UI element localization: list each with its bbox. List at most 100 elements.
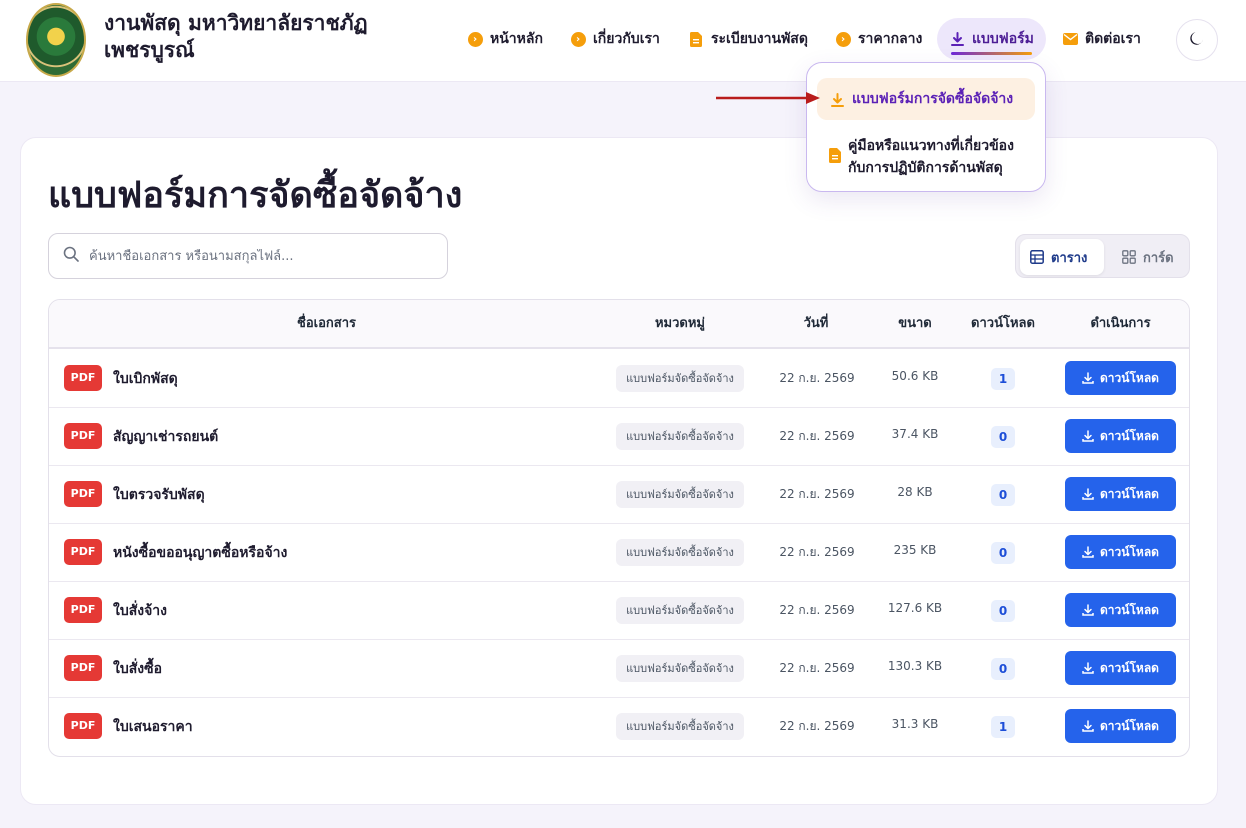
download-count: 0 [991, 542, 1015, 564]
document-name[interactable]: หนังซื้อขออนุญาตซื้อหรือจ้าง [113, 542, 287, 564]
nav-item-median-price[interactable]: › ราคากลาง [835, 18, 922, 60]
university-logo[interactable] [26, 3, 86, 77]
download-count: 0 [991, 484, 1015, 506]
download-button[interactable]: ดาวน์โหลด [1065, 361, 1176, 395]
chevron-circle-icon: › [835, 31, 851, 47]
table-row: PDF ใบสั่งจ้าง แบบฟอร์มจัดซื้อจัดจ้าง 22… [49, 582, 1189, 640]
document-size: 31.3 KB [891, 717, 939, 731]
column-header-name[interactable]: ชื่อเอกสาร [49, 300, 604, 348]
nav-label: เกี่ยวกับเรา [593, 31, 660, 47]
table-view-label: ตาราง [1051, 250, 1088, 266]
table-row: PDF หนังซื้อขออนุญาตซื้อหรือจ้าง แบบฟอร์… [49, 524, 1189, 582]
document-size: 50.6 KB [891, 369, 939, 383]
table-header: ชื่อเอกสาร หมวดหมู่ วันที่ ขนาด ดาวน์โหล… [49, 300, 1189, 349]
download-icon [1082, 662, 1094, 674]
download-icon [949, 31, 965, 47]
nav-item-regulations[interactable]: ระเบียบงานพัสดุ [688, 18, 808, 60]
download-icon [1082, 604, 1094, 616]
document-name[interactable]: ใบเสนอราคา [113, 716, 193, 738]
download-count: 0 [991, 600, 1015, 622]
document-size: 28 KB [897, 485, 933, 499]
column-header-category[interactable]: หมวดหมู่ [630, 300, 730, 348]
document-icon [829, 147, 841, 163]
nav-item-contact[interactable]: ติดต่อเรา [1062, 18, 1141, 60]
document-name[interactable]: ใบตรวจรับพัสดุ [113, 484, 205, 506]
document-name[interactable]: ใบสั่งซื้อ [113, 658, 162, 680]
site-header: งานพัสดุ มหาวิทยาลัยราชภัฏเพชรบูรณ์ › หน… [0, 0, 1246, 82]
nav-item-about[interactable]: › เกี่ยวกับเรา [570, 18, 660, 60]
download-button[interactable]: ดาวน์โหลด [1065, 419, 1176, 453]
table-row: PDF ใบตรวจรับพัสดุ แบบฟอร์มจัดซื้อจัดจ้า… [49, 466, 1189, 524]
table-row: PDF ใบเสนอราคา แบบฟอร์มจัดซื้อจัดจ้าง 22… [49, 698, 1189, 756]
search-box[interactable] [48, 233, 448, 279]
category-badge: แบบฟอร์มจัดซื้อจัดจ้าง [616, 655, 744, 682]
download-button[interactable]: ดาวน์โหลด [1065, 593, 1176, 627]
download-count: 0 [991, 658, 1015, 680]
download-button-label: ดาวน์โหลด [1100, 544, 1159, 559]
download-button-label: ดาวน์โหลด [1100, 370, 1159, 385]
nav-label: หน้าหลัก [490, 31, 543, 47]
download-icon [1082, 430, 1094, 442]
download-button[interactable]: ดาวน์โหลด [1065, 477, 1176, 511]
dropdown-item-procurement-forms[interactable]: แบบฟอร์มการจัดซื้อจัดจ้าง [817, 78, 1035, 120]
theme-toggle-button[interactable] [1176, 19, 1218, 61]
nav-label: ติดต่อเรา [1085, 31, 1141, 47]
forms-dropdown-menu: แบบฟอร์มการจัดซื้อจัดจ้าง คู่มือหรือแนวท… [806, 62, 1046, 192]
nav-item-forms[interactable]: แบบฟอร์ม [937, 18, 1046, 60]
view-toggle: ตาราง การ์ด [1015, 234, 1190, 278]
table-row: PDF ใบสั่งซื้อ แบบฟอร์มจัดซื้อจัดจ้าง 22… [49, 640, 1189, 698]
download-button-label: ดาวน์โหลด [1100, 660, 1159, 675]
download-count: 0 [991, 426, 1015, 448]
download-icon [1082, 546, 1094, 558]
download-count: 1 [991, 368, 1015, 390]
nav-item-home[interactable]: › หน้าหลัก [467, 18, 543, 60]
column-header-size[interactable]: ขนาด [875, 300, 955, 348]
download-button-label: ดาวน์โหลด [1100, 602, 1159, 617]
search-input[interactable] [89, 248, 429, 264]
grid-icon [1122, 250, 1136, 264]
download-button[interactable]: ดาวน์โหลด [1065, 651, 1176, 685]
document-name[interactable]: ใบสั่งจ้าง [113, 600, 167, 622]
card-view-button[interactable]: การ์ด [1112, 239, 1188, 275]
pdf-badge: PDF [64, 597, 102, 623]
document-date: 22 ก.ย. 2569 [779, 545, 855, 559]
column-header-actions: ดำเนินการ [1090, 316, 1151, 331]
download-button-label: ดาวน์โหลด [1100, 718, 1159, 733]
nav-label: ระเบียบงานพัสดุ [711, 31, 808, 47]
document-name[interactable]: ใบเบิกพัสดุ [113, 368, 178, 390]
document-date: 22 ก.ย. 2569 [779, 429, 855, 443]
column-header-downloads[interactable]: ดาวน์โหลด [961, 300, 1045, 348]
document-date: 22 ก.ย. 2569 [779, 719, 855, 733]
moon-icon [1189, 30, 1205, 50]
document-size: 130.3 KB [887, 659, 943, 673]
nav-label: แบบฟอร์ม [972, 31, 1034, 47]
dropdown-item-manuals[interactable]: คู่มือหรือแนวทางที่เกี่ยวข้องกับการปฏิบั… [817, 125, 1035, 189]
category-badge: แบบฟอร์มจัดซื้อจัดจ้าง [616, 597, 744, 624]
category-badge: แบบฟอร์มจัดซื้อจัดจ้าง [616, 365, 744, 392]
annotation-arrow [716, 92, 820, 104]
site-title[interactable]: งานพัสดุ มหาวิทยาลัยราชภัฏเพชรบูรณ์ [104, 10, 404, 64]
table-row: PDF ใบเบิกพัสดุ แบบฟอร์มจัดซื้อจัดจ้าง 2… [49, 350, 1189, 408]
download-button[interactable]: ดาวน์โหลด [1065, 709, 1176, 743]
download-button-label: ดาวน์โหลด [1100, 428, 1159, 443]
document-date: 22 ก.ย. 2569 [779, 371, 855, 385]
table-icon [1030, 250, 1044, 264]
card-view-label: การ์ด [1143, 250, 1174, 266]
document-date: 22 ก.ย. 2569 [779, 661, 855, 675]
category-badge: แบบฟอร์มจัดซื้อจัดจ้าง [616, 713, 744, 740]
download-icon [1082, 488, 1094, 500]
chevron-circle-icon: › [467, 31, 483, 47]
dropdown-item-label: แบบฟอร์มการจัดซื้อจัดจ้าง [852, 91, 1014, 107]
document-name[interactable]: สัญญาเช่ารถยนต์ [113, 426, 218, 448]
documents-table: ชื่อเอกสาร หมวดหมู่ วันที่ ขนาด ดาวน์โหล… [48, 299, 1190, 757]
document-size: 235 KB [893, 543, 937, 557]
table-view-button[interactable]: ตาราง [1020, 239, 1104, 275]
document-date: 22 ก.ย. 2569 [779, 603, 855, 617]
column-header-date[interactable]: วันที่ [766, 300, 866, 348]
category-badge: แบบฟอร์มจัดซื้อจัดจ้าง [616, 481, 744, 508]
active-underline [951, 52, 1032, 55]
chevron-circle-icon: › [570, 31, 586, 47]
pdf-badge: PDF [64, 539, 102, 565]
download-button[interactable]: ดาวน์โหลด [1065, 535, 1176, 569]
pdf-badge: PDF [64, 365, 102, 391]
